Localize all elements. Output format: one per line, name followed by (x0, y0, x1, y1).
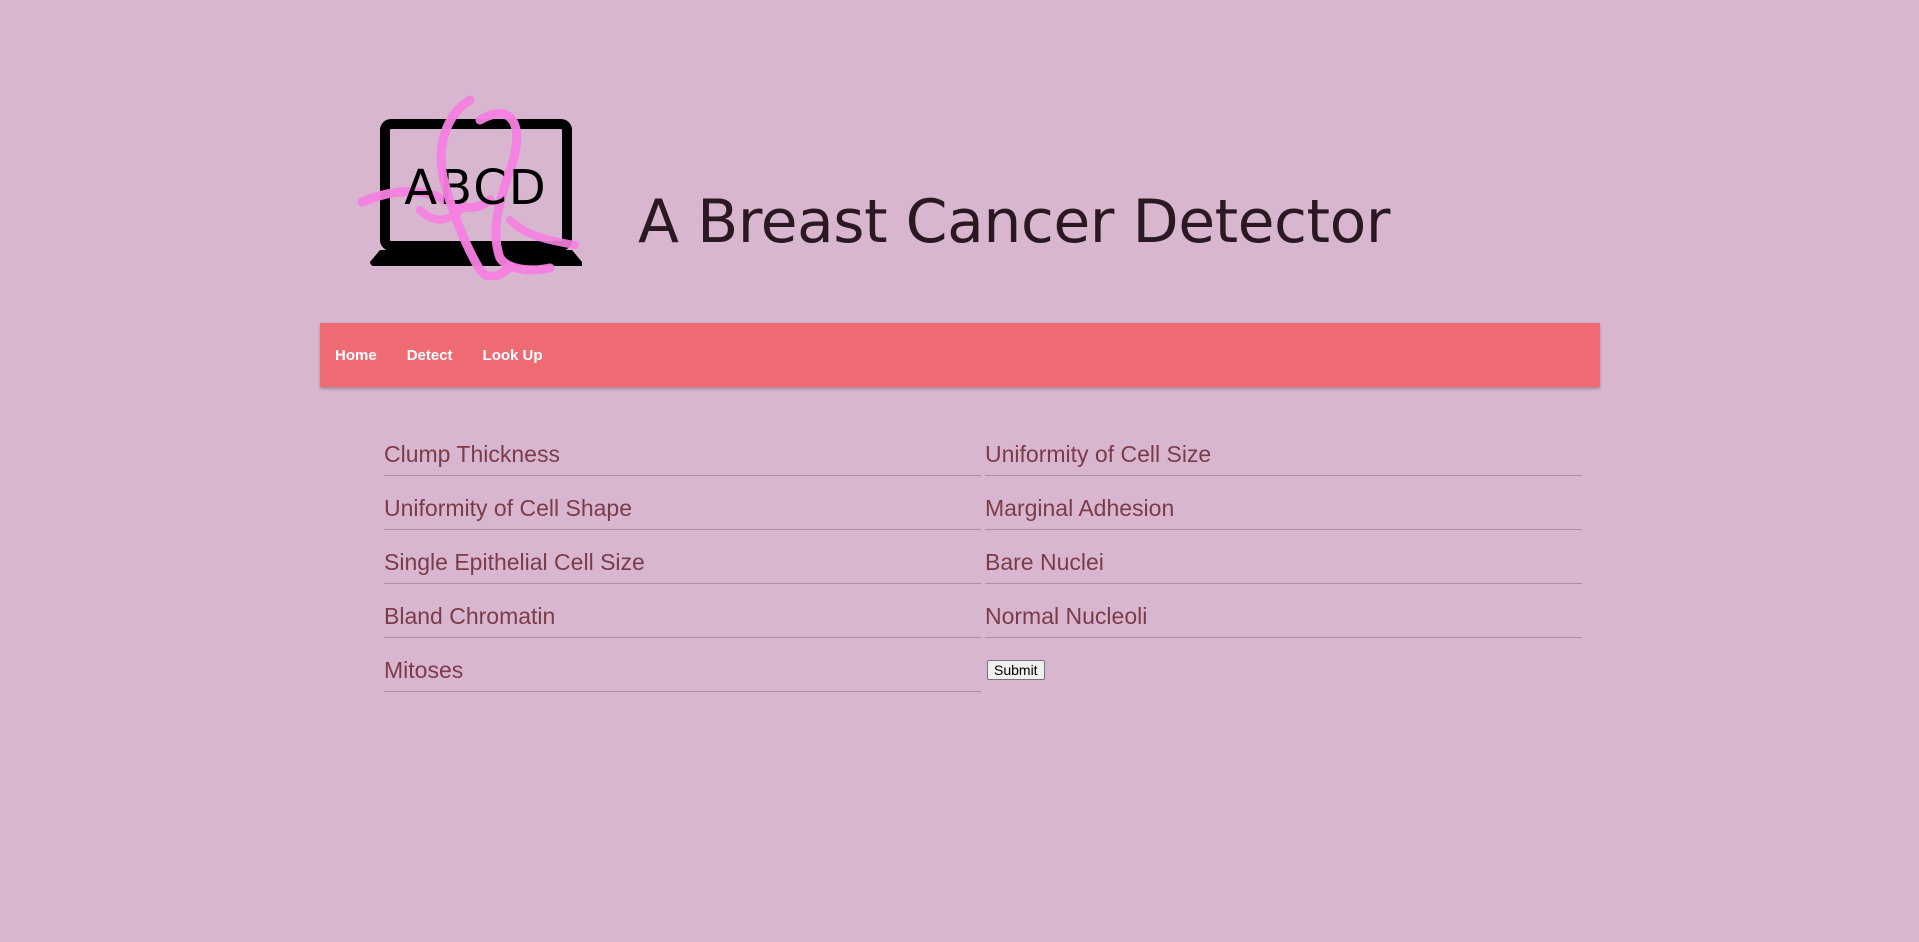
bland-chromatin-input[interactable] (384, 586, 981, 638)
mitoses-input[interactable] (384, 640, 981, 692)
normal-nucleoli-input[interactable] (985, 586, 1582, 638)
form-cell (985, 586, 1582, 640)
clump-thickness-input[interactable] (384, 424, 981, 476)
form-cell (384, 424, 981, 478)
form-cell (985, 640, 1580, 694)
form-row (384, 640, 1586, 694)
laptop-ribbon-logo-icon: ABCD (357, 95, 582, 280)
uniformity-cell-shape-input[interactable] (384, 478, 981, 530)
site-header: ABCD A Breast Cancer Detector (350, 90, 1450, 290)
form-row (384, 424, 1586, 478)
form-cell (384, 586, 981, 640)
main-navbar: Home Detect Look Up (320, 323, 1600, 387)
form-cell (985, 478, 1582, 532)
detection-form: Submit (384, 424, 1586, 694)
bare-nuclei-input[interactable] (985, 532, 1582, 584)
nav-lookup-link[interactable]: Look Up (483, 347, 543, 364)
marginal-adhesion-input[interactable] (985, 478, 1582, 530)
form-cell (384, 640, 981, 694)
uniformity-cell-size-input[interactable] (985, 424, 1582, 476)
form-row (384, 532, 1586, 586)
site-title: A Breast Cancer Detector (638, 187, 1390, 257)
form-cell (985, 532, 1582, 586)
form-cell (384, 532, 981, 586)
form-cell (985, 424, 1582, 478)
nav-home-link[interactable]: Home (335, 347, 377, 364)
single-epithelial-cell-size-input[interactable] (384, 532, 981, 584)
form-row (384, 586, 1586, 640)
logo-text: ABCD (404, 160, 547, 216)
form-cell (384, 478, 981, 532)
form-row (384, 478, 1586, 532)
nav-detect-link[interactable]: Detect (407, 347, 453, 364)
submit-button[interactable]: Submit (987, 660, 1045, 680)
